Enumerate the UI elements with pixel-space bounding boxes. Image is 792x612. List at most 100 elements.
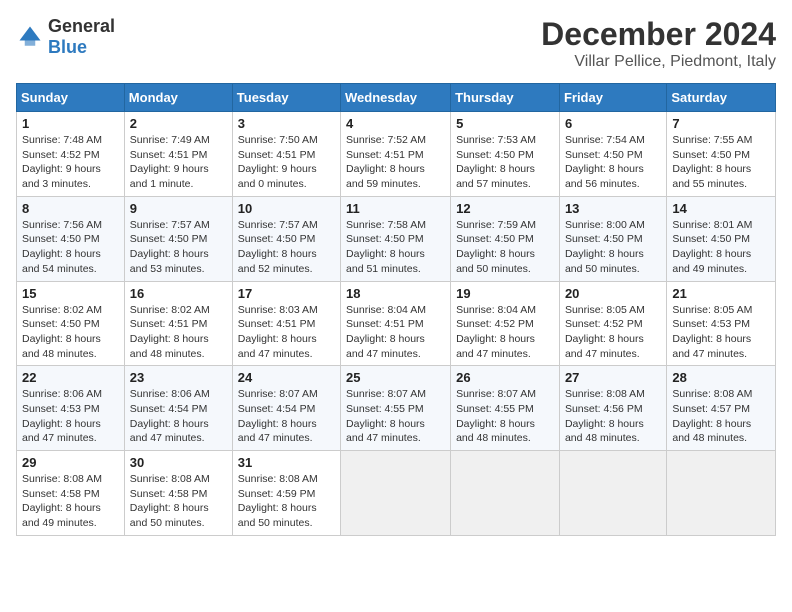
day-info: Sunrise: 8:04 AMSunset: 4:52 PMDaylight:… — [456, 303, 554, 362]
day-number: 31 — [238, 455, 335, 470]
week-row-4: 29 Sunrise: 8:08 AMSunset: 4:58 PMDayligh… — [17, 451, 776, 536]
day-number: 7 — [672, 116, 770, 131]
weekday-header-monday: Monday — [124, 84, 232, 112]
calendar-cell: 7Sunrise: 7:55 AMSunset: 4:50 PMDaylight… — [667, 112, 776, 197]
day-info: Sunrise: 7:53 AMSunset: 4:50 PMDaylight:… — [456, 133, 554, 192]
day-number: 29 — [22, 455, 119, 470]
day-info: Sunrise: 7:57 AMSunset: 4:50 PMDaylight:… — [130, 218, 227, 277]
day-number: 25 — [346, 370, 445, 385]
location-title: Villar Pellice, Piedmont, Italy — [541, 53, 776, 71]
day-number: 8 — [22, 201, 119, 216]
day-info: Sunrise: 8:08 AMSunset: 4:56 PMDaylight:… — [565, 387, 661, 446]
day-number: 18 — [346, 286, 445, 301]
logo-icon — [16, 23, 44, 51]
logo: General Blue — [16, 16, 115, 58]
calendar-cell: 21 Sunrise: 8:05 AMSunset: 4:53 PMDayligh… — [667, 281, 776, 366]
calendar-cell — [451, 451, 560, 536]
calendar-cell: 16Sunrise: 8:02 AMSunset: 4:51 PMDayligh… — [124, 281, 232, 366]
week-row-0: 1Sunrise: 7:48 AMSunset: 4:52 PMDaylight… — [17, 112, 776, 197]
day-info: Sunrise: 8:06 AMSunset: 4:53 PMDaylight:… — [22, 387, 119, 446]
calendar-cell: 26 Sunrise: 8:07 AMSunset: 4:55 PMDayligh… — [451, 366, 560, 451]
weekday-header-sunday: Sunday — [17, 84, 125, 112]
day-number: 21 — [672, 286, 770, 301]
logo-blue: Blue — [48, 37, 87, 57]
calendar-table: SundayMondayTuesdayWednesdayThursdayFrid… — [16, 83, 776, 536]
calendar-cell — [341, 451, 451, 536]
calendar-cell: 15 Sunrise: 8:02 AMSunset: 4:50 PMDayligh… — [17, 281, 125, 366]
week-row-3: 22 Sunrise: 8:06 AMSunset: 4:53 PMDayligh… — [17, 366, 776, 451]
day-info: Sunrise: 8:07 AMSunset: 4:55 PMDaylight:… — [346, 387, 445, 446]
calendar-cell: 18Sunrise: 8:04 AMSunset: 4:51 PMDayligh… — [341, 281, 451, 366]
day-info: Sunrise: 8:07 AMSunset: 4:55 PMDaylight:… — [456, 387, 554, 446]
day-info: Sunrise: 7:50 AMSunset: 4:51 PMDaylight:… — [238, 133, 335, 192]
calendar-cell: 5 Sunrise: 7:53 AMSunset: 4:50 PMDaylight… — [451, 112, 560, 197]
day-info: Sunrise: 8:06 AMSunset: 4:54 PMDaylight:… — [130, 387, 227, 446]
calendar-cell — [667, 451, 776, 536]
day-info: Sunrise: 7:54 AMSunset: 4:50 PMDaylight:… — [565, 133, 661, 192]
day-number: 17 — [238, 286, 335, 301]
day-info: Sunrise: 8:05 AMSunset: 4:53 PMDaylight:… — [672, 303, 770, 362]
day-info: Sunrise: 8:00 AMSunset: 4:50 PMDaylight:… — [565, 218, 661, 277]
weekday-header-friday: Friday — [559, 84, 666, 112]
month-title: December 2024 — [541, 16, 776, 53]
calendar-cell: 24 Sunrise: 8:07 AMSunset: 4:54 PMDayligh… — [232, 366, 340, 451]
day-info: Sunrise: 7:52 AMSunset: 4:51 PMDaylight:… — [346, 133, 445, 192]
day-number: 4 — [346, 116, 445, 131]
day-number: 3 — [238, 116, 335, 131]
day-number: 6 — [565, 116, 661, 131]
calendar-cell: 6 Sunrise: 7:54 AMSunset: 4:50 PMDaylight… — [559, 112, 666, 197]
day-number: 19 — [456, 286, 554, 301]
calendar-cell: 23 Sunrise: 8:06 AMSunset: 4:54 PMDayligh… — [124, 366, 232, 451]
weekday-header-tuesday: Tuesday — [232, 84, 340, 112]
calendar-cell: 25 Sunrise: 8:07 AMSunset: 4:55 PMDayligh… — [341, 366, 451, 451]
day-info: Sunrise: 7:56 AMSunset: 4:50 PMDaylight:… — [22, 218, 119, 277]
header: General Blue December 2024 Villar Pellic… — [16, 16, 776, 71]
calendar-cell: 9 Sunrise: 7:57 AMSunset: 4:50 PMDaylight… — [124, 196, 232, 281]
day-info: Sunrise: 7:58 AMSunset: 4:50 PMDaylight:… — [346, 218, 445, 277]
day-number: 28 — [672, 370, 770, 385]
day-number: 5 — [456, 116, 554, 131]
day-number: 10 — [238, 201, 335, 216]
day-info: Sunrise: 7:49 AMSunset: 4:51 PMDaylight:… — [130, 133, 227, 192]
day-number: 30 — [130, 455, 227, 470]
day-info: Sunrise: 7:57 AMSunset: 4:50 PMDaylight:… — [238, 218, 335, 277]
calendar-cell — [559, 451, 666, 536]
calendar-cell: 17 Sunrise: 8:03 AMSunset: 4:51 PMDayligh… — [232, 281, 340, 366]
day-info: Sunrise: 7:48 AMSunset: 4:52 PMDaylight:… — [22, 133, 119, 192]
day-number: 2 — [130, 116, 227, 131]
day-info: Sunrise: 8:08 AMSunset: 4:57 PMDaylight:… — [672, 387, 770, 446]
calendar-cell: 4 Sunrise: 7:52 AMSunset: 4:51 PMDaylight… — [341, 112, 451, 197]
day-number: 9 — [130, 201, 227, 216]
day-number: 12 — [456, 201, 554, 216]
day-number: 20 — [565, 286, 661, 301]
calendar-cell: 31 Sunrise: 8:08 AMSunset: 4:59 PMDayligh… — [232, 451, 340, 536]
day-info: Sunrise: 7:59 AMSunset: 4:50 PMDaylight:… — [456, 218, 554, 277]
day-info: Sunrise: 8:08 AMSunset: 4:59 PMDaylight:… — [238, 472, 335, 531]
weekday-header-row: SundayMondayTuesdayWednesdayThursdayFrid… — [17, 84, 776, 112]
day-info: Sunrise: 8:03 AMSunset: 4:51 PMDaylight:… — [238, 303, 335, 362]
calendar-cell: 8 Sunrise: 7:56 AMSunset: 4:50 PMDaylight… — [17, 196, 125, 281]
day-number: 26 — [456, 370, 554, 385]
day-info: Sunrise: 8:01 AMSunset: 4:50 PMDaylight:… — [672, 218, 770, 277]
calendar-cell: 1Sunrise: 7:48 AMSunset: 4:52 PMDaylight… — [17, 112, 125, 197]
weekday-header-thursday: Thursday — [451, 84, 560, 112]
week-row-1: 8 Sunrise: 7:56 AMSunset: 4:50 PMDaylight… — [17, 196, 776, 281]
calendar-cell: 28 Sunrise: 8:08 AMSunset: 4:57 PMDayligh… — [667, 366, 776, 451]
day-number: 23 — [130, 370, 227, 385]
calendar-cell: 27Sunrise: 8:08 AMSunset: 4:56 PMDayligh… — [559, 366, 666, 451]
day-number: 22 — [22, 370, 119, 385]
day-number: 24 — [238, 370, 335, 385]
day-number: 14 — [672, 201, 770, 216]
calendar-cell: 29 Sunrise: 8:08 AMSunset: 4:58 PMDayligh… — [17, 451, 125, 536]
calendar-cell: 30Sunrise: 8:08 AMSunset: 4:58 PMDayligh… — [124, 451, 232, 536]
day-info: Sunrise: 8:08 AMSunset: 4:58 PMDaylight:… — [22, 472, 119, 531]
day-info: Sunrise: 8:07 AMSunset: 4:54 PMDaylight:… — [238, 387, 335, 446]
day-info: Sunrise: 8:05 AMSunset: 4:52 PMDaylight:… — [565, 303, 661, 362]
calendar-cell: 22 Sunrise: 8:06 AMSunset: 4:53 PMDayligh… — [17, 366, 125, 451]
title-area: December 2024 Villar Pellice, Piedmont, … — [541, 16, 776, 71]
day-number: 15 — [22, 286, 119, 301]
calendar-cell: 14 Sunrise: 8:01 AMSunset: 4:50 PMDayligh… — [667, 196, 776, 281]
calendar-cell: 10 Sunrise: 7:57 AMSunset: 4:50 PMDayligh… — [232, 196, 340, 281]
day-info: Sunrise: 8:02 AMSunset: 4:50 PMDaylight:… — [22, 303, 119, 362]
weekday-header-wednesday: Wednesday — [341, 84, 451, 112]
